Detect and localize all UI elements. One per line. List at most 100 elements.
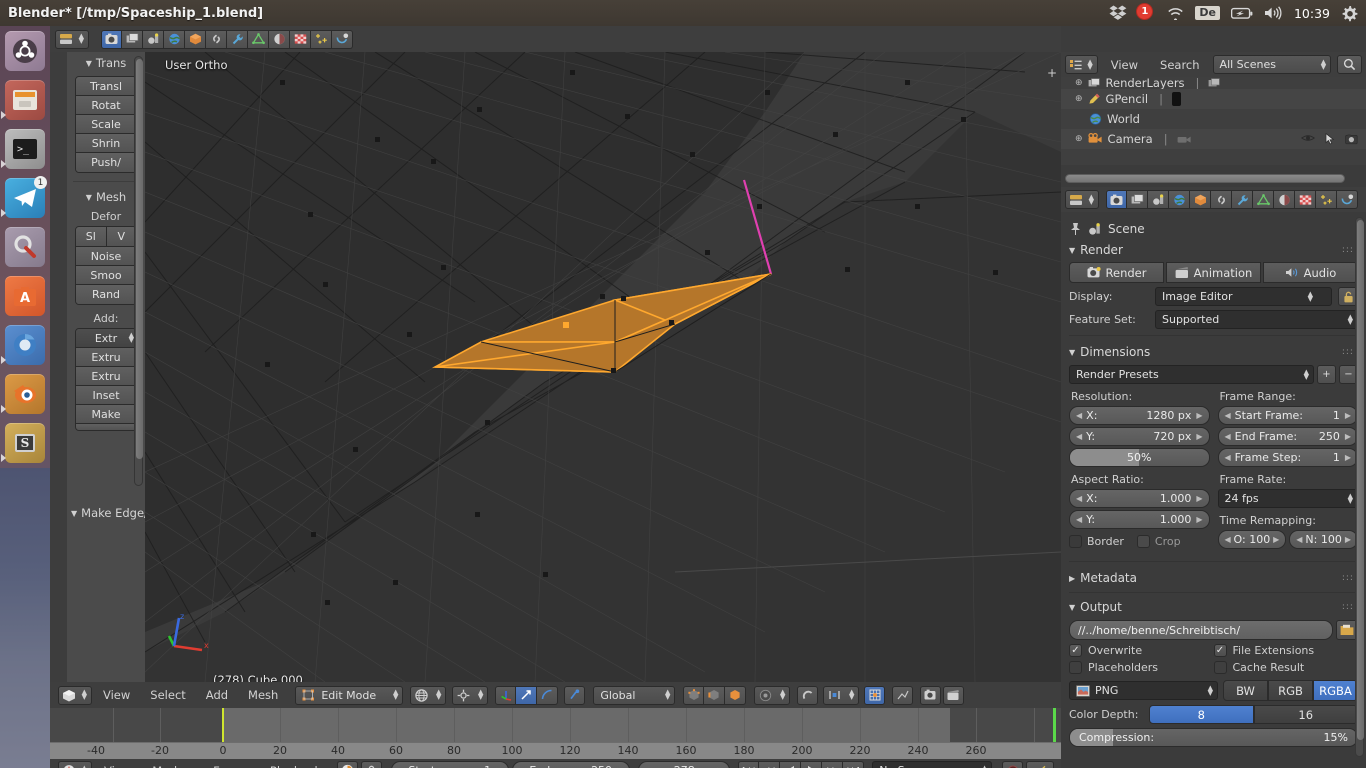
output-path-input[interactable]: //../home/benne/Schreibtisch/ xyxy=(1069,620,1333,640)
dimensions-section-header[interactable]: ▼ Dimensions :::: xyxy=(1069,342,1358,362)
make-edge-panel-header[interactable]: ▼ Make Edge/ xyxy=(67,506,148,520)
interaction-mode-selector[interactable]: Edit Mode ▲ ▼ xyxy=(295,685,404,705)
crop-checkbox[interactable] xyxy=(1136,535,1150,548)
camera-render-icon[interactable] xyxy=(1345,133,1358,145)
remap-new-field[interactable]: ◀ N: 100 ▶ xyxy=(1289,530,1358,549)
viewport-plus-handle[interactable]: + xyxy=(1047,66,1057,80)
timeline-ruler[interactable]: -40 -20 0 20 40 60 80 100 120 140 160 18… xyxy=(50,742,1061,759)
launcher-item-terminal[interactable]: >_ xyxy=(5,129,45,169)
launcher-item-blender[interactable] xyxy=(5,374,45,414)
menu-view[interactable]: View xyxy=(94,688,139,702)
compression-slider[interactable]: Compression: 15% xyxy=(1069,728,1358,747)
expand-icon[interactable]: ⊕ xyxy=(1075,78,1083,88)
gpencil-color-swatch[interactable] xyxy=(1171,92,1181,106)
lock-icon[interactable] xyxy=(361,761,383,768)
tab-object[interactable] xyxy=(1190,190,1211,209)
timeline-frame-marker[interactable] xyxy=(222,708,224,742)
pivot-point-selector[interactable]: ▲ ▼ xyxy=(452,685,489,705)
outliner-row-renderlayers[interactable]: ⊕ RenderLayers | xyxy=(1061,77,1366,89)
tab-scene[interactable] xyxy=(1148,190,1169,209)
placeholders-checkbox[interactable] xyxy=(1069,661,1082,674)
outliner-row-gpencil[interactable]: ⊕ GPencil | xyxy=(1061,89,1366,109)
frame-step-field[interactable]: ◀ Frame Step: 1 ▶ xyxy=(1217,448,1358,467)
scale-manipulator-icon[interactable] xyxy=(537,685,559,705)
mesh-display-icon[interactable] xyxy=(892,685,914,705)
clock[interactable]: 10:39 xyxy=(1294,6,1330,21)
tab-render-layers[interactable] xyxy=(1127,190,1148,209)
cache-result-checkbox[interactable] xyxy=(1213,661,1227,674)
auto-keyframe-icon[interactable] xyxy=(337,761,359,768)
timeline-track[interactable] xyxy=(50,708,1061,742)
extrude-individual-button[interactable]: Extru xyxy=(76,348,136,367)
color-depth-8[interactable]: 8 xyxy=(1149,705,1254,724)
properties-scrollbar[interactable] xyxy=(1355,217,1364,757)
render-image-button[interactable]: Render xyxy=(1069,262,1164,283)
launcher-item-ubuntu-software[interactable]: A xyxy=(5,276,45,316)
render-presets-selector[interactable]: Render Presets ▲ ▼ xyxy=(1069,365,1314,384)
snap-target-selector[interactable]: ▲ ▼ xyxy=(823,685,860,705)
add-preset-button[interactable]: + xyxy=(1317,365,1336,384)
tab-physics[interactable] xyxy=(1337,190,1358,209)
manipulator-toggle-icon[interactable] xyxy=(564,685,586,705)
vertex-select-icon[interactable] xyxy=(683,685,705,705)
launcher-item-files[interactable] xyxy=(5,80,45,120)
outliner-display-mode-selector[interactable]: All Scenes ▲ ▼ xyxy=(1212,55,1332,74)
inset-faces-button[interactable]: Inset xyxy=(76,386,136,405)
timeline-menu-view[interactable]: View xyxy=(95,764,140,768)
keyboard-layout-indicator[interactable]: De xyxy=(1195,6,1220,20)
translate-manipulator-icon[interactable] xyxy=(495,685,517,705)
dropbox-icon[interactable] xyxy=(1109,0,1127,26)
record-icon[interactable] xyxy=(1002,761,1024,768)
jump-start-icon[interactable] xyxy=(738,761,760,768)
color-depth-16[interactable]: 16 xyxy=(1253,705,1358,724)
particles-tab-icon[interactable] xyxy=(311,29,332,49)
file-format-selector[interactable]: PNG ▲ ▼ xyxy=(1069,681,1218,700)
file-extensions-checkbox[interactable]: ✓ xyxy=(1213,644,1227,657)
timeline-editor-type-selector[interactable]: ▲▼ xyxy=(58,761,92,768)
modifiers-tab-icon[interactable] xyxy=(227,29,248,49)
render-audio-button[interactable]: Audio xyxy=(1263,262,1358,283)
outliner-row-world[interactable]: World xyxy=(1061,109,1366,129)
keying-set-icon[interactable] xyxy=(1026,761,1055,768)
toolshelf-scrollbar[interactable] xyxy=(134,56,143,486)
render-tab-icon[interactable] xyxy=(101,29,122,49)
rotate-button[interactable]: Rotat xyxy=(76,96,136,115)
menu-mesh[interactable]: Mesh xyxy=(239,688,287,702)
eye-icon[interactable] xyxy=(1301,133,1315,143)
end-frame-prop-field[interactable]: ◀ End Frame: 250 ▶ xyxy=(1217,427,1358,446)
metadata-section-header[interactable]: ▶ Metadata :::: xyxy=(1069,568,1358,588)
resolution-percentage-slider[interactable]: 50% xyxy=(1069,448,1210,467)
scene-tab-icon[interactable] xyxy=(143,29,164,49)
tab-constraints[interactable] xyxy=(1211,190,1232,209)
timeline-menu-frame[interactable]: Frame xyxy=(204,764,258,768)
push-pull-button[interactable]: Push/ xyxy=(76,153,136,172)
search-icon[interactable] xyxy=(1337,55,1362,74)
properties-editor-type-selector[interactable]: ▲ ▼ xyxy=(1065,190,1099,209)
warp-button[interactable]: V xyxy=(106,227,136,246)
object-tab-icon[interactable] xyxy=(185,29,206,49)
color-mode-rgba[interactable]: RGBA xyxy=(1313,680,1358,701)
border-checkbox[interactable] xyxy=(1069,535,1082,548)
material-tab-icon[interactable] xyxy=(269,29,290,49)
start-frame-prop-field[interactable]: ◀ Start Frame: 1 ▶ xyxy=(1217,406,1358,425)
render-section-header[interactable]: ▼ Render :::: xyxy=(1069,240,1358,260)
aspect-x-field[interactable]: ◀ X: 1.000 ▶ xyxy=(1069,489,1210,508)
occlude-geometry-icon[interactable] xyxy=(864,685,886,705)
notification-badge[interactable]: 1 xyxy=(1136,3,1156,22)
smooth-button[interactable]: Smoo xyxy=(76,266,136,285)
menu-select[interactable]: Select xyxy=(141,688,194,702)
tab-particles[interactable] xyxy=(1316,190,1337,209)
physics-tab-icon[interactable] xyxy=(332,29,353,49)
color-mode-bw[interactable]: BW xyxy=(1223,680,1268,701)
editor-type-selector-top[interactable]: ▲ ▼ xyxy=(55,29,89,49)
tab-render[interactable] xyxy=(1106,190,1127,209)
expand-icon[interactable]: ⊕ xyxy=(1075,94,1083,104)
outliner-menu-search[interactable]: Search xyxy=(1151,58,1209,72)
tab-data[interactable] xyxy=(1253,190,1274,209)
start-frame-field[interactable]: ◀ Start: 1 ▶ xyxy=(391,761,510,768)
3d-viewport[interactable]: User Ortho (278) Cube.000 x z + xyxy=(145,52,1061,682)
color-mode-rgb[interactable]: RGB xyxy=(1268,680,1313,701)
tab-material[interactable] xyxy=(1274,190,1295,209)
world-tab-icon[interactable] xyxy=(164,29,185,49)
viewport-shading-selector[interactable]: ▲ ▼ xyxy=(410,685,447,705)
